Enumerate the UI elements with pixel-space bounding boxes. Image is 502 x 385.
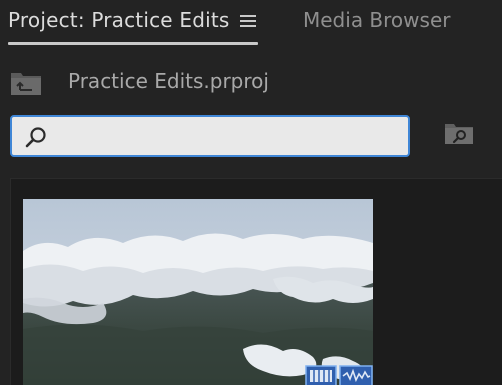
- clip-media-badges: [305, 365, 373, 385]
- tab-project[interactable]: Project: Practice Edits: [8, 8, 230, 32]
- search-input[interactable]: [56, 123, 400, 151]
- search-field[interactable]: [10, 115, 410, 157]
- folder-search-icon[interactable]: [444, 121, 474, 145]
- tab-media-browser[interactable]: Media Browser: [303, 8, 450, 32]
- audio-track-icon: [339, 365, 373, 385]
- folder-up-icon[interactable]: [10, 70, 42, 96]
- search-icon: [25, 127, 46, 148]
- panel-tab-bar: Project: Practice Edits Media Browser: [0, 0, 502, 48]
- project-path-label: Practice Edits.prproj: [68, 69, 269, 93]
- video-track-icon: [305, 365, 337, 385]
- project-bin-panel: [10, 178, 502, 385]
- hamburger-menu-icon[interactable]: [240, 15, 256, 27]
- active-tab-indicator: [8, 42, 258, 45]
- clip-thumbnail[interactable]: [23, 199, 373, 385]
